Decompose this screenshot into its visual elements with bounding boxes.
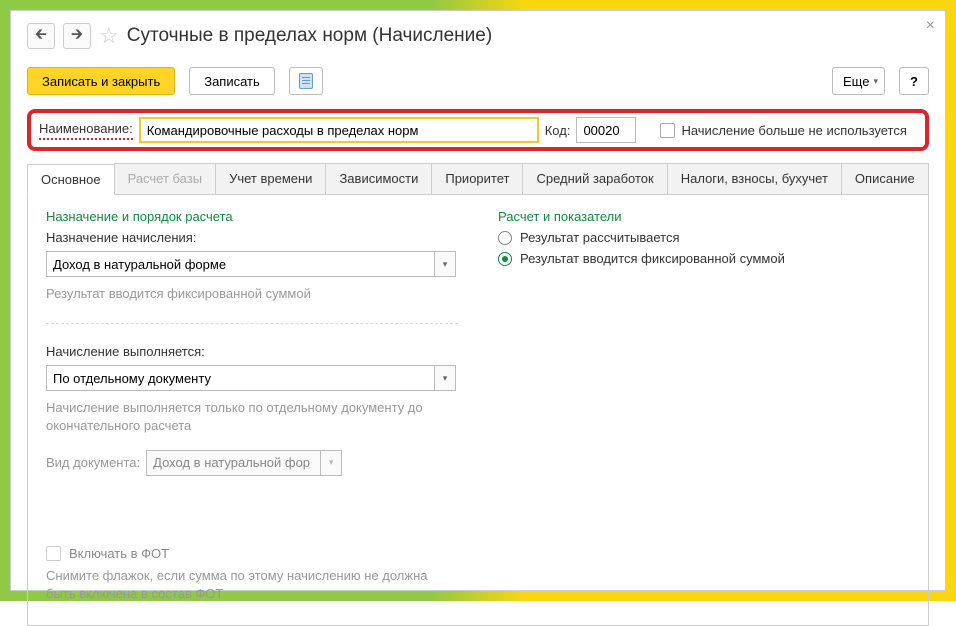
- name-input[interactable]: [139, 117, 539, 143]
- tab-taxes[interactable]: Налоги, взносы, бухучет: [667, 163, 842, 194]
- code-input[interactable]: [576, 117, 636, 143]
- include-fot-checkbox[interactable]: [46, 546, 61, 561]
- divider: [46, 323, 458, 324]
- save-button[interactable]: Записать: [189, 67, 275, 95]
- radio-icon: [498, 252, 512, 266]
- nav-back-button[interactable]: 🡰: [27, 23, 55, 49]
- include-fot-hint: Снимите флажок, если сумма по этому начи…: [46, 567, 458, 603]
- tab-description[interactable]: Описание: [841, 163, 929, 194]
- tab-dependencies[interactable]: Зависимости: [325, 163, 432, 194]
- execution-hint: Начисление выполняется только по отдельн…: [46, 399, 458, 435]
- assignment-select[interactable]: [46, 251, 434, 277]
- tab-priority[interactable]: Приоритет: [431, 163, 523, 194]
- report-button[interactable]: [289, 67, 323, 95]
- help-button[interactable]: ?: [899, 67, 929, 95]
- tab-base-calc[interactable]: Расчет базы: [114, 163, 217, 194]
- radio-calculated-label: Результат рассчитывается: [520, 230, 680, 245]
- not-used-checkbox[interactable]: [660, 123, 675, 138]
- tab-main[interactable]: Основное: [27, 164, 115, 195]
- nav-forward-button[interactable]: 🡲: [63, 23, 91, 49]
- more-button[interactable]: Еще▾: [832, 67, 885, 95]
- name-code-row: Наименование: Код: Начисление больше не …: [27, 109, 929, 151]
- tabs-bar: Основное Расчет базы Учет времени Зависи…: [27, 163, 929, 195]
- doc-type-label: Вид документа:: [46, 455, 140, 470]
- tab-avg-earnings[interactable]: Средний заработок: [522, 163, 667, 194]
- favorite-star-icon[interactable]: ☆: [99, 23, 119, 49]
- execution-label: Начисление выполняется:: [46, 344, 458, 359]
- execution-dropdown-button[interactable]: ▾: [434, 365, 456, 391]
- include-fot-label: Включать в ФОТ: [69, 546, 169, 561]
- tab-time-tracking[interactable]: Учет времени: [215, 163, 326, 194]
- toolbar: Записать и закрыть Записать Еще▾ ?: [27, 67, 929, 95]
- left-column: Назначение и порядок расчета Назначение …: [46, 209, 458, 603]
- execution-select[interactable]: [46, 365, 434, 391]
- section-calc-title: Расчет и показатели: [498, 209, 910, 224]
- right-column: Расчет и показатели Результат рассчитыва…: [498, 209, 910, 603]
- title-bar: 🡰 🡲 ☆ Суточные в пределах норм (Начислен…: [27, 23, 929, 49]
- doc-type-dropdown-button[interactable]: ▾: [320, 450, 342, 476]
- doc-type-select[interactable]: [146, 450, 320, 476]
- assignment-dropdown-button[interactable]: ▾: [434, 251, 456, 277]
- radio-calculated[interactable]: Результат рассчитывается: [498, 230, 910, 245]
- radio-fixed-label: Результат вводится фиксированной суммой: [520, 251, 785, 266]
- page-title: Суточные в пределах норм (Начисление): [127, 25, 492, 47]
- code-label: Код:: [545, 123, 571, 138]
- tab-body-main: Назначение и порядок расчета Назначение …: [27, 195, 929, 626]
- radio-icon: [498, 231, 512, 245]
- assignment-hint: Результат вводится фиксированной суммой: [46, 285, 458, 303]
- name-label: Наименование:: [39, 121, 133, 140]
- chevron-down-icon: ▾: [873, 76, 878, 87]
- not-used-label: Начисление больше не используется: [681, 123, 906, 138]
- radio-fixed[interactable]: Результат вводится фиксированной суммой: [498, 251, 910, 266]
- assignment-label: Назначение начисления:: [46, 230, 458, 245]
- section-purpose-title: Назначение и порядок расчета: [46, 209, 458, 224]
- document-icon: [299, 73, 313, 89]
- save-and-close-button[interactable]: Записать и закрыть: [27, 67, 175, 95]
- close-icon[interactable]: ×: [926, 17, 935, 35]
